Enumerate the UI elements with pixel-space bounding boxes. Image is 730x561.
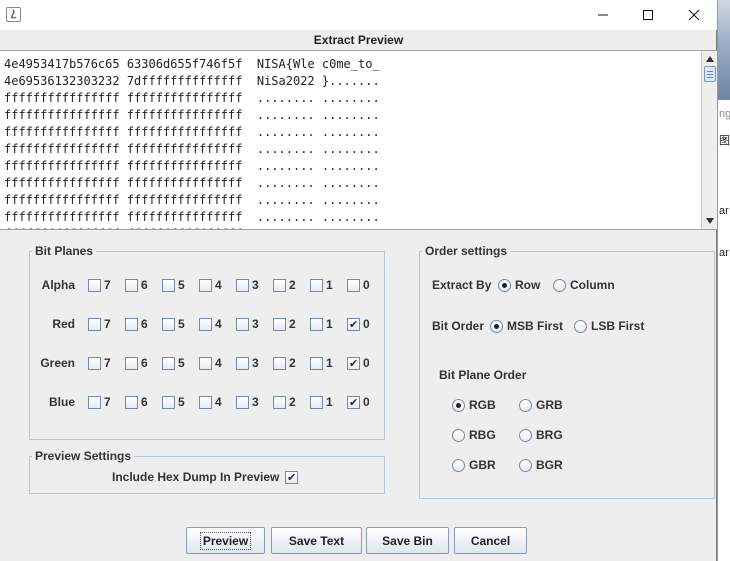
maximize-icon[interactable] [625,0,671,30]
background-text: ng [719,108,730,120]
bit-plane-checkbox-alpha-2[interactable]: 2 [273,278,296,292]
hex-dump-line: ffffffffffffffff ffffffffffffffff ......… [4,176,380,190]
title-bar[interactable] [0,0,717,30]
bit-plane-checkbox-alpha-0[interactable]: 0 [347,278,370,292]
java-app-icon [6,7,21,22]
background-text: ar [719,205,729,217]
checkmark-icon: ✔ [287,471,297,484]
preview-settings-title: Preview Settings [32,449,135,463]
hex-dump-line: 4e69536132303232 7dffffffffffffff NiSa20… [4,74,380,88]
bit-order-lsb-first-radio[interactable]: LSB First [574,319,644,333]
bit-plane-checkbox-red-6[interactable]: 6 [125,317,148,331]
preview-button[interactable]: Preview [186,527,265,554]
bit-order-msb-first-radio[interactable]: MSB First [490,319,563,333]
bit-plane-checkbox-blue-7[interactable]: 7 [88,395,111,409]
hex-dump-line: ffffffffffffffff ffffffffffffffff ......… [4,193,380,207]
hex-dump-line: ffffffffffffffff ffffffffffffffff ......… [4,91,380,105]
background-text: ar [719,247,729,259]
bit-plane-checkbox-alpha-5[interactable]: 5 [162,278,185,292]
bit-plane-channel-label: Blue [48,395,75,409]
bit-plane-checkbox-alpha-1[interactable]: 1 [310,278,333,292]
scroll-down-icon[interactable] [702,213,717,229]
bit-plane-checkbox-red-5[interactable]: 5 [162,317,185,331]
bit-plane-checkbox-red-0[interactable]: ✔ 0 [347,317,370,331]
scrollbar-thumb[interactable] [704,66,716,82]
checkmark-icon: ✔ [349,396,359,409]
bit-plane-checkbox-blue-2[interactable]: 2 [273,395,296,409]
vertical-scrollbar[interactable] [701,51,717,229]
hex-dump-line: ffffffffffffffff ffffffffffffffff ......… [4,210,380,224]
extract-by-column-radio[interactable]: Column [553,278,615,292]
bit-plane-checkbox-green-6[interactable]: 6 [125,356,148,370]
dialog-heading: Extract Preview [313,33,404,47]
bit-plane-order-grb-radio[interactable]: GRB [519,398,563,412]
bit-plane-order-brg-radio[interactable]: BRG [519,428,563,442]
bit-plane-checkbox-red-7[interactable]: 7 [88,317,111,331]
bit-plane-checkbox-green-1[interactable]: 1 [310,356,333,370]
order-settings-title: Order settings [422,244,511,258]
hex-dump-line: 4e4953417b576c65 63306d655f746f5f NISA{W… [4,57,380,71]
checkmark-icon: ✔ [349,357,359,370]
bit-plane-checkbox-alpha-3[interactable]: 3 [236,278,259,292]
bit-plane-checkbox-blue-1[interactable]: 1 [310,395,333,409]
bit-order-label: Bit Order [432,319,485,333]
bit-plane-channel-label: Red [52,317,75,331]
bit-plane-order-label: Bit Plane Order [439,368,527,382]
bit-plane-checkbox-red-2[interactable]: 2 [273,317,296,331]
background-image-strip [718,0,730,100]
checkmark-icon: ✔ [349,318,359,331]
radio-selected-dot [494,323,499,329]
bit-plane-checkbox-green-5[interactable]: 5 [162,356,185,370]
bit-plane-order-rbg-radio[interactable]: RBG [452,428,496,442]
bit-plane-checkbox-blue-6[interactable]: 6 [125,395,148,409]
bit-plane-checkbox-red-3[interactable]: 3 [236,317,259,331]
bit-plane-order-rgb-radio[interactable]: RGB [452,398,496,412]
cancel-button[interactable]: Cancel [454,527,527,554]
extract-preview-dialog: Extract Preview 4e4953417b576c65 63306d6… [0,0,717,561]
hex-dump-line: ffffffffffffffff ffffffffffffffff ......… [4,159,380,173]
bit-planes-title: Bit Planes [32,244,97,258]
bit-plane-checkbox-green-0[interactable]: ✔ 0 [347,356,370,370]
bit-plane-checkbox-alpha-7[interactable]: 7 [88,278,111,292]
save-text-button[interactable]: Save Text [271,527,362,554]
bit-plane-checkbox-blue-5[interactable]: 5 [162,395,185,409]
bit-plane-checkbox-green-3[interactable]: 3 [236,356,259,370]
scroll-up-icon[interactable] [702,51,717,67]
bit-plane-order-bgr-radio[interactable]: BGR [519,458,563,472]
hex-dump-line: ffffffffffffffff ffffffffffffffff ......… [4,125,380,139]
bit-plane-checkbox-red-4[interactable]: 4 [199,317,222,331]
hex-dump-lines: 4e4953417b576c65 63306d655f746f5f NISA{W… [4,56,380,229]
minimize-icon[interactable] [580,0,626,30]
radio-selected-dot [456,402,461,408]
radio-selected-dot [502,282,507,288]
preview-text-area[interactable]: 4e4953417b576c65 63306d655f746f5f NISA{W… [0,50,717,230]
include-hex-dump-label: Include Hex Dump In Preview [112,470,280,484]
background-text: 图( [719,135,730,147]
bit-plane-order-gbr-radio[interactable]: GBR [452,458,496,472]
bit-plane-checkbox-alpha-6[interactable]: 6 [125,278,148,292]
bit-plane-checkbox-green-4[interactable]: 4 [199,356,222,370]
bit-plane-channel-label: Alpha [41,278,75,292]
hex-dump-line: ffffffffffffffff ffffffffffffffff ......… [4,142,380,156]
bit-plane-checkbox-green-7[interactable]: 7 [88,356,111,370]
bit-plane-checkbox-blue-4[interactable]: 4 [199,395,222,409]
hex-dump-line: ffffffffffffffff ffffffffffffffff ......… [4,226,380,229]
save-bin-button[interactable]: Save Bin [366,527,449,554]
hex-dump-line: ffffffffffffffff ffffffffffffffff ......… [4,108,380,122]
bit-plane-checkbox-blue-0[interactable]: ✔ 0 [347,395,370,409]
extract-by-row-radio[interactable]: Row [498,278,540,292]
bit-plane-checkbox-green-2[interactable]: 2 [273,356,296,370]
bit-plane-checkbox-blue-3[interactable]: 3 [236,395,259,409]
background-window: ng 图( ar ar [717,0,730,561]
include-hex-dump-checkbox[interactable]: ✔ [285,470,298,484]
bit-plane-checkbox-alpha-4[interactable]: 4 [199,278,222,292]
close-icon[interactable] [671,0,717,30]
extract-by-label: Extract By [432,278,492,292]
bit-plane-checkbox-red-1[interactable]: 1 [310,317,333,331]
bit-plane-channel-label: Green [40,356,75,370]
